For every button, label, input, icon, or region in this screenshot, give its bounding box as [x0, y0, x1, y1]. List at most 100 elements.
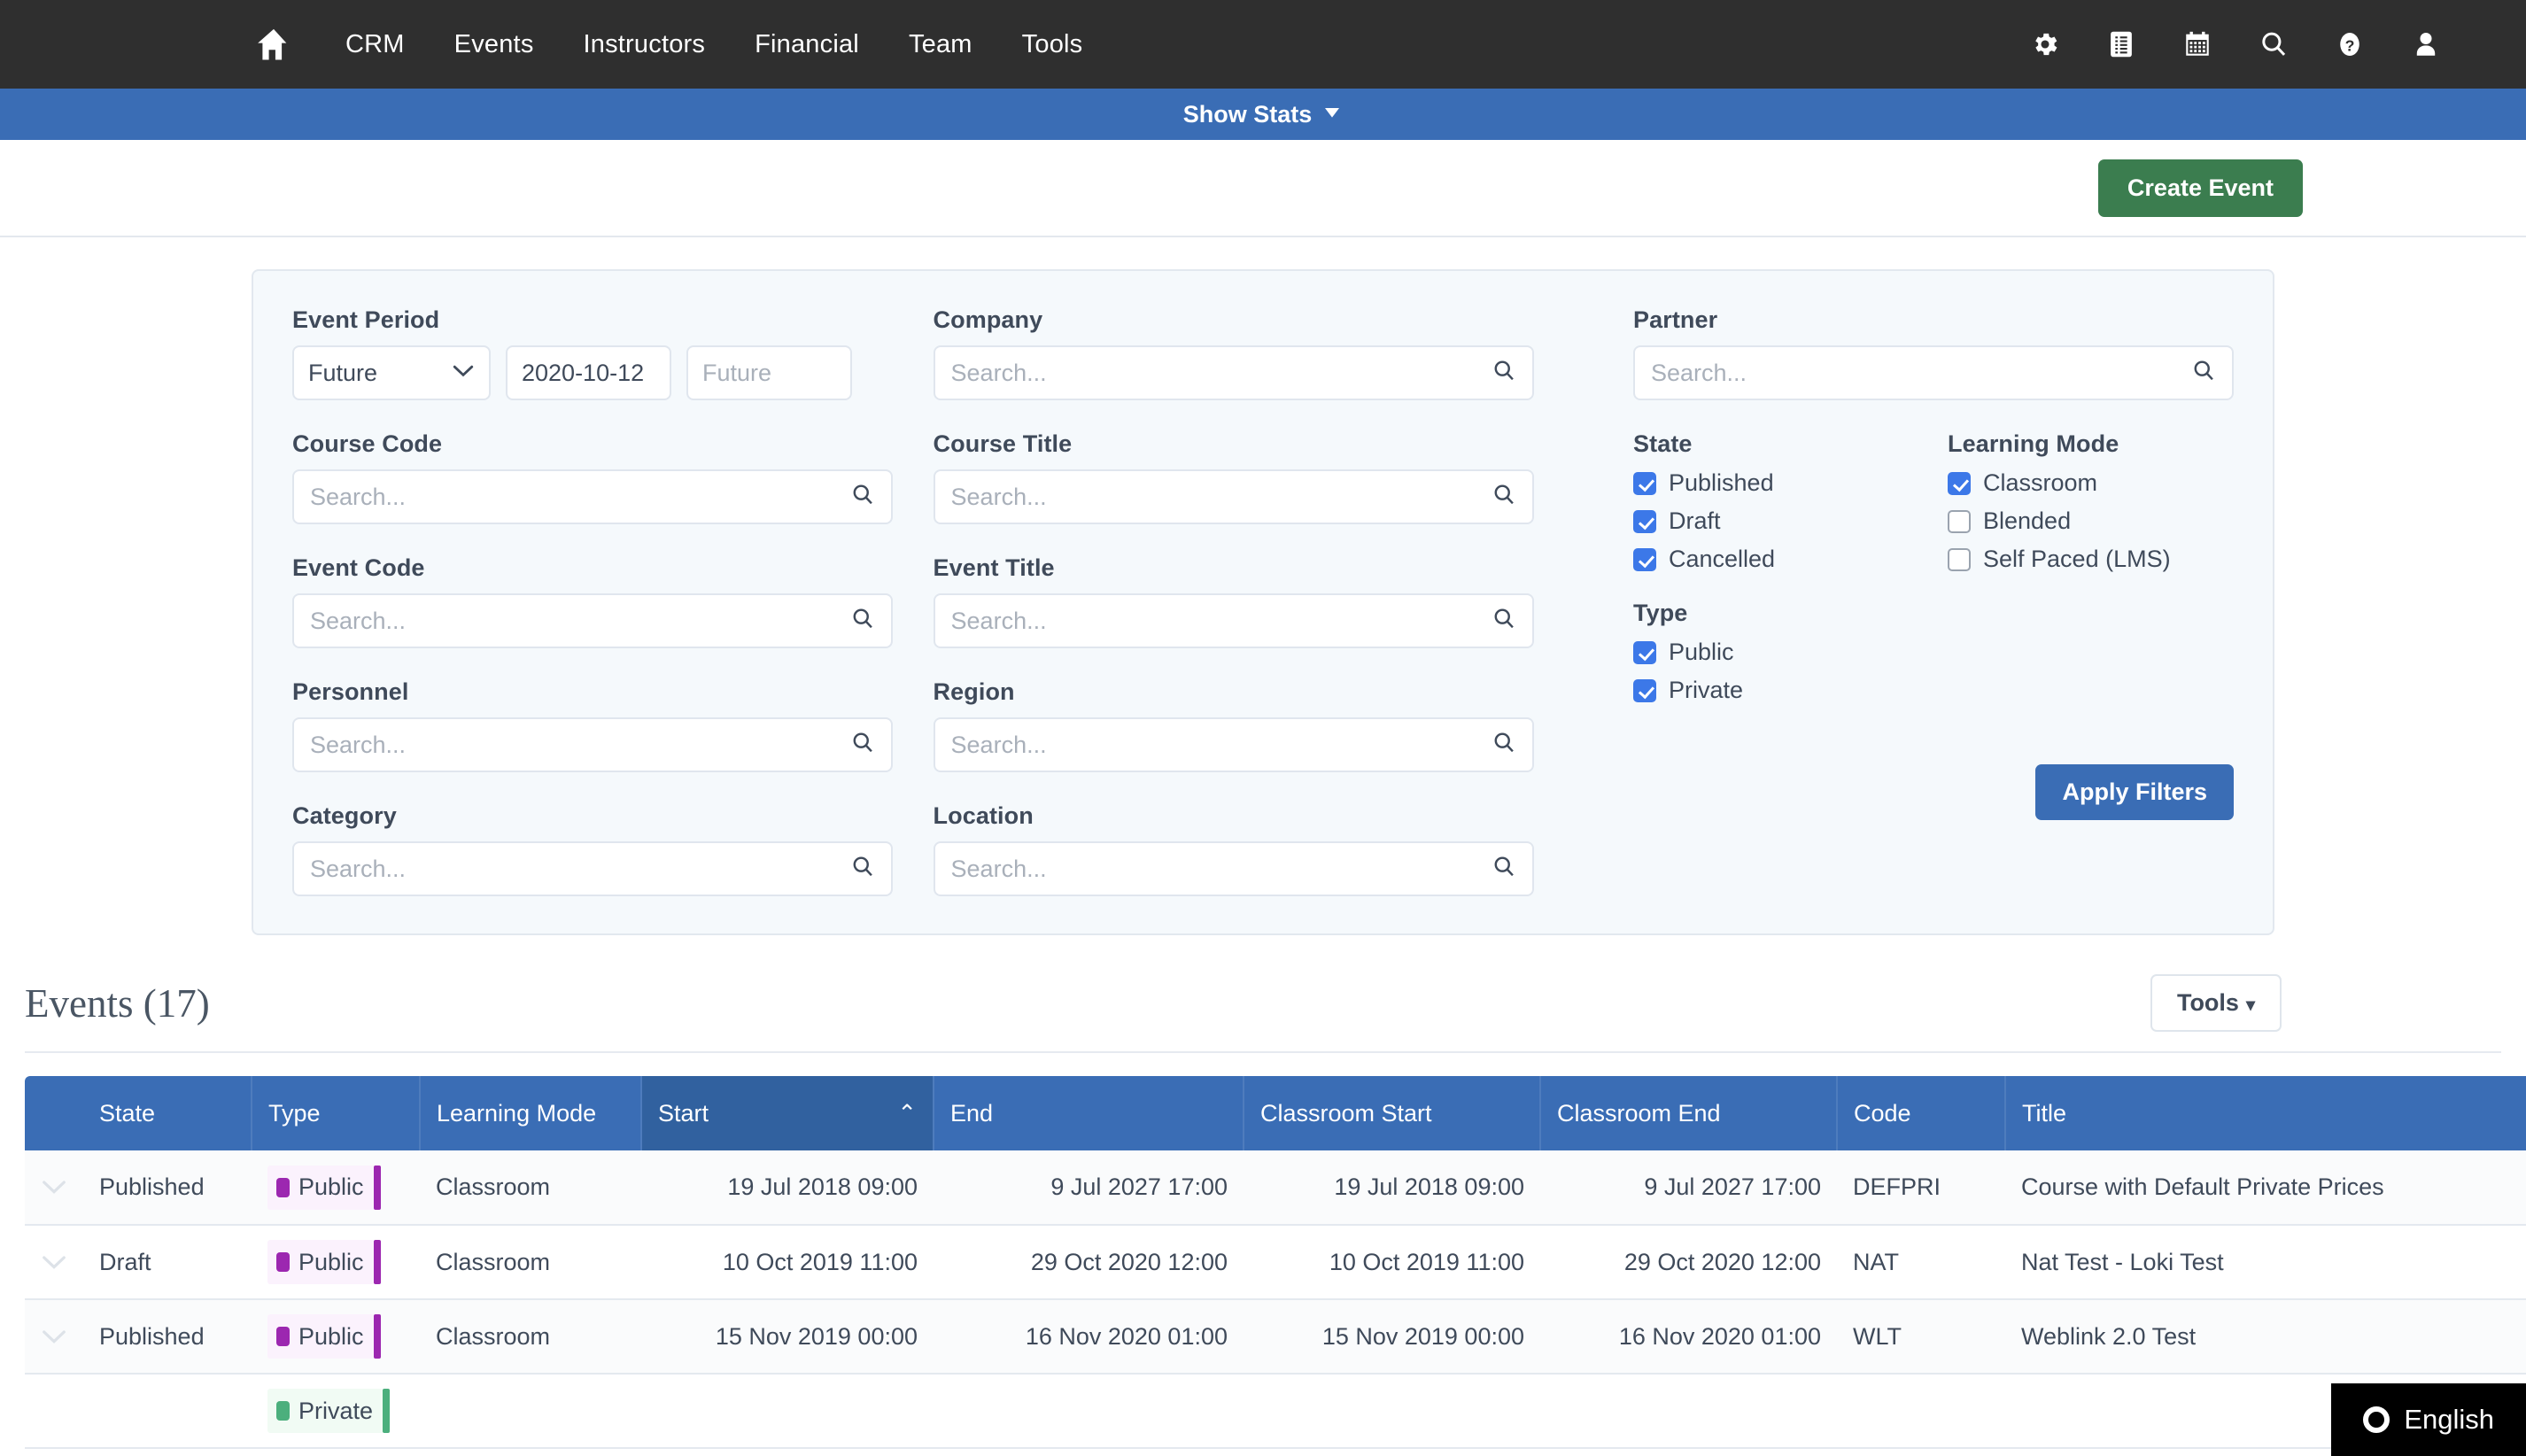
row-learning-mode: [420, 1374, 641, 1449]
row-expand-toggle[interactable]: [25, 1299, 83, 1375]
table-header-title[interactable]: Title: [2005, 1076, 2526, 1150]
show-stats-bar[interactable]: Show Stats: [0, 89, 2526, 140]
row-state: [83, 1374, 252, 1449]
event-period-from[interactable]: [506, 345, 671, 400]
course-code-input[interactable]: [294, 483, 891, 511]
table-header-end[interactable]: End: [934, 1076, 1244, 1150]
learning-mode-checkbox-classroom[interactable]: Classroom: [1948, 469, 2234, 497]
type-checkbox-private[interactable]: Private: [1633, 677, 1948, 704]
checkbox-icon[interactable]: [1633, 640, 1656, 664]
calendar-icon[interactable]: [2159, 17, 2235, 72]
checkbox-icon[interactable]: [1948, 547, 1971, 571]
row-code: DEFPRI: [1837, 1150, 2005, 1226]
event-period-select-value: Future: [308, 359, 378, 386]
checkbox-icon[interactable]: [1633, 678, 1656, 702]
location-field[interactable]: [933, 841, 1534, 896]
checkbox-icon[interactable]: [1948, 509, 1971, 533]
row-state: Published: [83, 1150, 252, 1226]
category-input[interactable]: [294, 855, 891, 883]
help-icon[interactable]: ?: [2312, 17, 2388, 72]
row-end: 16 Nov 2020 01:00: [934, 1299, 1244, 1375]
event-title-input[interactable]: [934, 607, 1532, 635]
nav-item-events[interactable]: Events: [430, 30, 559, 59]
learning-mode-checkbox-blended[interactable]: Blended: [1948, 507, 2234, 535]
category-field[interactable]: [292, 841, 893, 896]
row-start: 19 Jul 2018 09:00: [641, 1150, 934, 1226]
event-period-select[interactable]: Future: [292, 345, 491, 400]
create-event-button[interactable]: Create Event: [2097, 159, 2303, 217]
badge-dot-icon: [276, 1177, 290, 1197]
checkbox-icon[interactable]: [1633, 509, 1656, 533]
caret-down-icon: ▾: [2245, 995, 2255, 1015]
state-checkbox-draft[interactable]: Draft: [1633, 507, 1948, 535]
state-checkbox-published[interactable]: Published: [1633, 469, 1948, 497]
row-classroom-end: 9 Jul 2027 17:00: [1540, 1150, 1837, 1226]
learning-mode-checkbox-self-paced[interactable]: Self Paced (LMS): [1948, 546, 2234, 573]
row-expand-toggle[interactable]: [25, 1225, 83, 1300]
apply-filters-row: Apply Filters: [1633, 764, 2234, 820]
personnel-input[interactable]: [294, 731, 891, 759]
location-input[interactable]: [934, 855, 1532, 883]
table-row[interactable]: Private N: [25, 1374, 2526, 1449]
partner-field[interactable]: [1633, 345, 2234, 400]
tools-dropdown-button[interactable]: Tools ▾: [2150, 974, 2282, 1032]
personnel-field[interactable]: [292, 717, 893, 772]
company-field[interactable]: [933, 345, 1534, 400]
region-field[interactable]: [933, 717, 1534, 772]
table-header-start-label: Start: [658, 1099, 709, 1127]
company-input[interactable]: [934, 359, 1532, 387]
search-icon[interactable]: [2235, 17, 2312, 72]
report-icon[interactable]: [2083, 17, 2159, 72]
row-expand-toggle[interactable]: [25, 1374, 83, 1449]
region-input[interactable]: [934, 731, 1532, 759]
user-icon[interactable]: [2388, 17, 2464, 72]
badge-edge-bar: [373, 1240, 381, 1284]
table-header-code[interactable]: Code: [1837, 1076, 2006, 1150]
table-header-classroom-start[interactable]: Classroom Start: [1244, 1076, 1541, 1150]
table-header-learning-mode[interactable]: Learning Mode: [420, 1076, 642, 1150]
event-title-field[interactable]: [933, 593, 1534, 648]
row-state: Draft: [83, 1225, 252, 1300]
checkbox-icon[interactable]: [1948, 471, 1971, 495]
table-header-start[interactable]: Start ⌃: [641, 1076, 934, 1150]
course-code-field[interactable]: [292, 469, 893, 524]
course-code-label: Course Code: [292, 430, 443, 457]
event-period-from-input[interactable]: [522, 359, 655, 387]
row-expand-toggle[interactable]: [25, 1150, 83, 1226]
table-header-state[interactable]: State: [83, 1076, 252, 1150]
filter-column-middle: Company Course Title: [933, 306, 1578, 896]
table-row[interactable]: Published Public Classroom 15 Nov 2019 0…: [25, 1299, 2526, 1375]
table-header-type[interactable]: Type: [252, 1076, 421, 1150]
event-period-to[interactable]: [686, 345, 852, 400]
event-code-field[interactable]: [292, 593, 893, 648]
row-type: Private: [252, 1374, 420, 1449]
event-code-input[interactable]: [294, 607, 891, 635]
filter-checkbox-columns: State Published Draft Cancelled Type Pub…: [1633, 430, 2234, 715]
course-title-field[interactable]: [933, 469, 1534, 524]
apply-filters-button[interactable]: Apply Filters: [2035, 764, 2234, 820]
nav-item-tools[interactable]: Tools: [997, 30, 1108, 59]
app-page: CRM Events Instructors Financial Team To…: [0, 0, 2526, 1456]
table-header-classroom-end[interactable]: Classroom End: [1540, 1076, 1838, 1150]
home-icon[interactable]: [246, 17, 301, 72]
badge-dot-icon: [276, 1401, 290, 1421]
nav-item-team[interactable]: Team: [884, 30, 997, 59]
gear-icon[interactable]: [2007, 17, 2083, 72]
language-widget[interactable]: English: [2331, 1383, 2526, 1456]
checkbox-icon[interactable]: [1633, 471, 1656, 495]
checkbox-icon[interactable]: [1633, 547, 1656, 571]
state-checkbox-published-label: Published: [1669, 469, 1774, 496]
type-checkbox-public[interactable]: Public: [1633, 639, 1948, 666]
partner-input[interactable]: [1635, 359, 2232, 387]
table-row[interactable]: Published Public Classroom 19 Jul 2018 0…: [25, 1150, 2526, 1226]
nav-item-crm[interactable]: CRM: [321, 30, 430, 59]
course-title-input[interactable]: [934, 483, 1532, 511]
nav-item-financial[interactable]: Financial: [730, 30, 884, 59]
table-header-row: State Type Learning Mode Start ⌃ End Cla…: [25, 1076, 2526, 1150]
nav-item-instructors[interactable]: Instructors: [559, 30, 731, 59]
page-title: Events (17): [25, 980, 210, 1026]
event-period-to-input[interactable]: [702, 359, 836, 387]
state-checkbox-cancelled[interactable]: Cancelled: [1633, 546, 1948, 573]
table-row[interactable]: Draft Public Classroom 10 Oct 2019 11:00…: [25, 1225, 2526, 1300]
row-start: 15 Nov 2019 00:00: [641, 1299, 934, 1375]
